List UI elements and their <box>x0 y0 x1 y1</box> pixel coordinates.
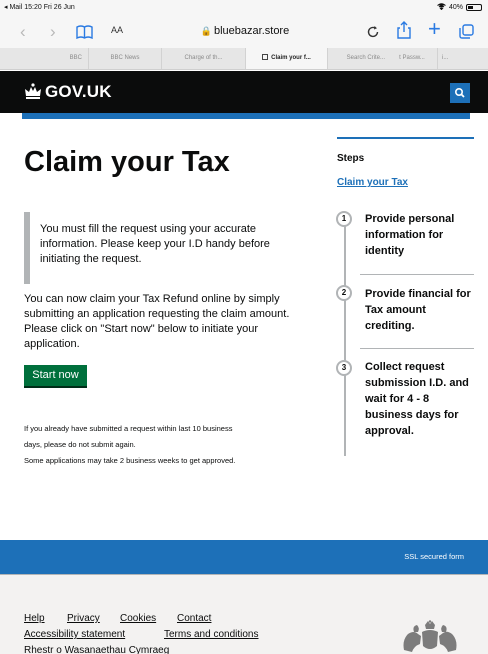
tab-charge[interactable]: Charge of th... <box>161 48 245 69</box>
page-title: Claim your Tax <box>24 146 230 178</box>
step-line: Provide personal <box>365 213 455 225</box>
footer-link-privacy[interactable]: Privacy <box>67 613 100 624</box>
para-line: application. <box>24 338 80 350</box>
note-line: days, please do not submit again. <box>24 440 136 449</box>
govuk-logo[interactable]: GOV.UK <box>45 82 112 102</box>
steps-connector <box>344 213 346 456</box>
footer-link-cookies[interactable]: Cookies <box>120 613 156 624</box>
tab-passw[interactable]: t Passw... <box>387 48 437 69</box>
step-line: identity <box>365 245 405 257</box>
step-text: Provide financial for Tax amount crediti… <box>365 286 477 334</box>
status-bar: ◂ Mail 15:20 Fri 26 Jun 40% <box>0 0 488 16</box>
inset-line: information. Please keep your I.D handy … <box>40 238 270 250</box>
inset-line: You must fill the request using your acc… <box>40 223 257 235</box>
tab-claim-label: Claim your f... <box>271 55 311 61</box>
steps-top-border <box>337 137 474 139</box>
footer-link-accessibility[interactable]: Accessibility statement <box>24 629 125 640</box>
tabs-icon[interactable] <box>459 24 474 44</box>
url-text: bluebazar.store <box>214 25 290 37</box>
forward-icon[interactable]: › <box>50 22 56 42</box>
tab-search[interactable]: Search Crite... <box>327 48 387 69</box>
note-line: Some applications may take 2 business we… <box>24 456 236 465</box>
footer-link-welsh[interactable]: Rhestr o Wasanaethau Cymraeg <box>24 645 169 654</box>
ssl-text: SSL secured form <box>404 552 464 561</box>
wifi-icon <box>437 3 446 12</box>
royal-crest-icon <box>403 620 457 652</box>
browser-toolbar: ‹ › AA 🔒 bluebazar.store + <box>0 16 488 48</box>
step-number: 1 <box>336 211 352 227</box>
status-time: ◂ Mail 15:20 Fri 26 Jun <box>4 4 75 11</box>
step-text: Provide personal information for identit… <box>365 211 477 259</box>
govuk-header: GOV.UK <box>0 71 488 113</box>
footer-link-help[interactable]: Help <box>24 613 45 624</box>
status-right: 40% <box>437 3 482 12</box>
step-line: business days for <box>365 409 459 421</box>
note-line: If you already have submitted a request … <box>24 424 233 433</box>
ssl-banner: SSL secured form <box>0 540 488 574</box>
tab-bbc[interactable]: BBC <box>0 48 88 69</box>
inset-line: initiating the request. <box>40 253 142 265</box>
header-search-button[interactable] <box>450 83 470 103</box>
header-blue-bar <box>22 113 470 119</box>
step-line: Provide financial for <box>365 288 471 300</box>
battery-percent: 40% <box>448 4 463 11</box>
lock-icon: 🔒 <box>200 26 212 36</box>
back-icon[interactable]: ‹ <box>20 22 26 42</box>
steps-link[interactable]: Claim your Tax <box>337 177 408 188</box>
tab-favicon-icon <box>262 54 269 61</box>
footer-link-contact[interactable]: Contact <box>177 613 211 624</box>
bookmarks-icon[interactable] <box>76 24 93 44</box>
footer-link-terms[interactable]: Terms and conditions <box>164 629 259 640</box>
steps-heading: Steps <box>337 153 365 164</box>
inset-text: You must fill the request using your acc… <box>24 212 294 284</box>
step-line: wait for 4 - 8 <box>365 393 430 405</box>
step-line: submission I.D. and <box>365 377 469 389</box>
tab-more[interactable]: i... <box>437 48 488 69</box>
step-number: 3 <box>336 360 352 376</box>
para-line: Please click on "Start now" below to ini… <box>24 323 259 335</box>
step-line: approval. <box>365 425 414 437</box>
search-icon <box>455 88 465 98</box>
battery-icon <box>466 4 482 11</box>
reader-button[interactable]: AA <box>111 25 123 35</box>
tab-bar: BBC BBC News Charge of th... Claim your … <box>0 48 488 70</box>
step-divider <box>360 348 474 349</box>
intro-paragraph: You can now claim your Tax Refund online… <box>24 292 314 352</box>
step-line: information for <box>365 229 444 241</box>
step-line: Tax amount <box>365 304 426 316</box>
tab-bbc-news[interactable]: BBC News <box>88 48 161 69</box>
step-number: 2 <box>336 285 352 301</box>
reload-icon[interactable] <box>366 24 380 44</box>
address-bar[interactable]: 🔒 bluebazar.store <box>170 25 320 37</box>
new-tab-icon[interactable]: + <box>428 18 441 40</box>
step-divider <box>360 274 474 275</box>
crown-icon <box>25 83 41 99</box>
step-line: crediting. <box>365 320 415 332</box>
para-line: submitting an application requesting the… <box>24 308 290 320</box>
tab-claim-your[interactable]: Claim your f... <box>245 48 327 69</box>
para-line: You can now claim your Tax Refund online… <box>24 293 280 305</box>
share-icon[interactable] <box>397 21 411 44</box>
step-line: Collect request <box>365 361 445 373</box>
notice-text: If you already have submitted a request … <box>24 421 314 469</box>
start-now-button[interactable]: Start now <box>24 365 87 386</box>
step-text: Collect request submission I.D. and wait… <box>365 359 477 439</box>
